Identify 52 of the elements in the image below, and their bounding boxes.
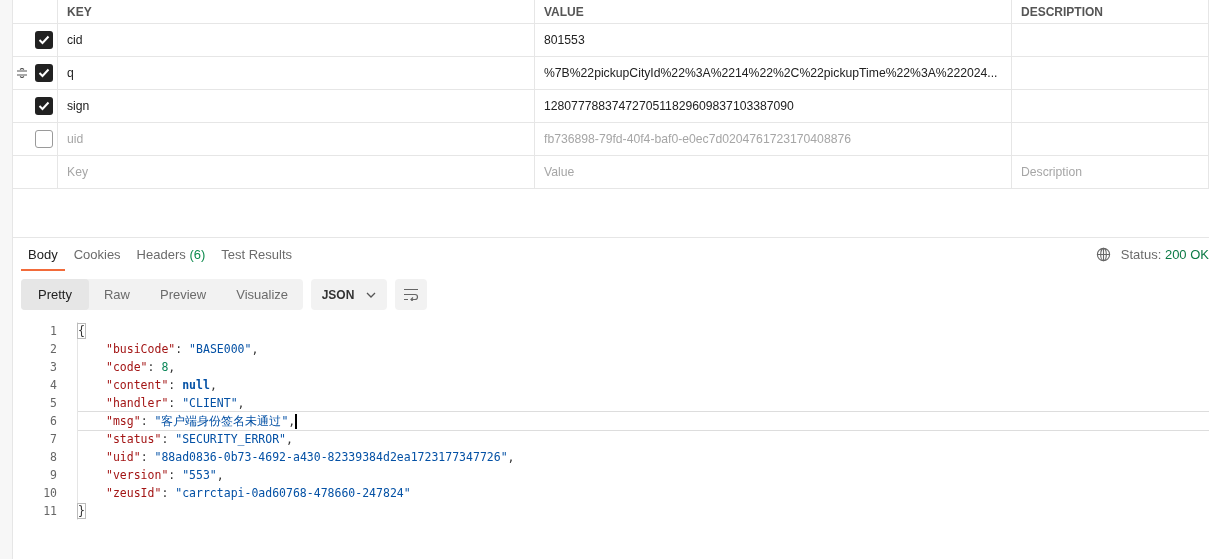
code-line: "version": "553", xyxy=(105,467,225,484)
wrap-icon xyxy=(403,288,420,301)
line-number: 10 xyxy=(42,486,57,500)
column-header: DESCRIPTION xyxy=(1021,4,1103,19)
checkbox[interactable] xyxy=(35,130,53,148)
checkbox[interactable] xyxy=(35,97,53,115)
column-header: KEY xyxy=(67,4,92,19)
code-line: } xyxy=(78,503,86,520)
view-tab[interactable]: Raw xyxy=(88,279,145,310)
checkbox[interactable] xyxy=(35,64,53,82)
response-tab[interactable]: Body xyxy=(21,238,65,271)
line-number: 6 xyxy=(49,414,57,428)
code-line: "msg": "客户端身份签名未通过", xyxy=(78,412,1209,430)
code-line: "uid": "88ad0836-0b73-4692-a430-82339384d2ea1723177347726", xyxy=(105,449,516,466)
response-tab[interactable]: Headers (6) xyxy=(129,238,213,271)
checkbox[interactable] xyxy=(35,31,53,49)
param-key: q xyxy=(67,66,74,80)
view-tab[interactable]: Pretty xyxy=(21,279,89,310)
param-key: cid xyxy=(67,33,83,47)
param-value: fb736898-79fd-40f4-baf0-e0ec7d0204761723170408876 xyxy=(544,132,851,146)
code-line: "handler": "CLIENT", xyxy=(105,395,246,412)
line-number: 9 xyxy=(49,468,57,482)
line-number: 3 xyxy=(49,360,57,374)
line-number: 4 xyxy=(49,378,57,392)
code-line: { xyxy=(78,323,86,340)
status-text: Status: 200 OK xyxy=(1120,247,1209,262)
code-line: "zeusId": "carrctapi-0ad60768-478660-247824" xyxy=(105,485,412,502)
param-value: 1280777883747270511829609837103387090 xyxy=(544,99,794,113)
globe-icon[interactable] xyxy=(1095,247,1111,262)
line-number: 1 xyxy=(49,324,57,338)
line-number: 11 xyxy=(42,504,57,518)
view-tab[interactable]: Visualize xyxy=(221,279,304,310)
line-number: 2 xyxy=(49,342,57,356)
param-key: uid xyxy=(67,132,84,146)
format-dropdown[interactable]: JSON xyxy=(311,279,388,310)
drag-handle-icon[interactable] xyxy=(16,68,28,78)
line-number: 5 xyxy=(49,396,57,410)
param-value: 801553 xyxy=(544,33,585,47)
param-key: sign xyxy=(67,99,90,113)
code-line: "code": 8, xyxy=(105,359,177,376)
code-line: "status": "SECURITY_ERROR", xyxy=(105,431,294,448)
response-tab[interactable]: Test Results xyxy=(214,238,300,271)
caret-icon xyxy=(366,291,377,298)
response-tab[interactable]: Cookies xyxy=(66,238,128,271)
param-value: %7B%22pickupCityId%22%3A%2214%22%2C%22pickupTime%22%3A%222024... xyxy=(544,66,998,80)
line-number: 8 xyxy=(49,450,57,464)
code-line: "content": null, xyxy=(105,377,218,394)
column-header: VALUE xyxy=(544,4,584,19)
wrap-lines-button[interactable] xyxy=(395,279,428,310)
line-number: 7 xyxy=(49,432,57,446)
view-tab[interactable]: Preview xyxy=(145,279,222,310)
code-line: "busiCode": "BASE000", xyxy=(105,341,260,358)
